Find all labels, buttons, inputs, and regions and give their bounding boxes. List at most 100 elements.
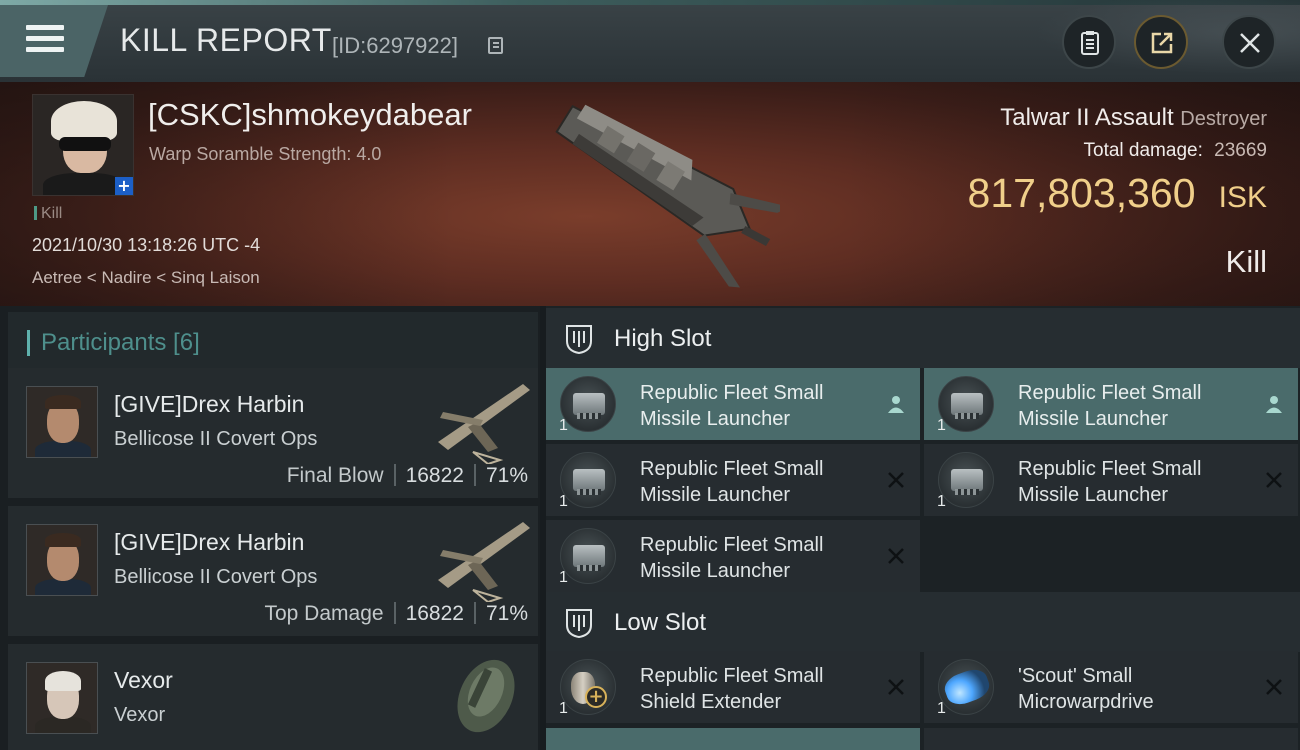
participants-header: Participants [6]	[8, 312, 538, 372]
module-quantity: 1	[559, 700, 568, 717]
missile-launcher-icon	[938, 376, 994, 432]
module-name: Republic Fleet Small Missile Launcher	[640, 458, 824, 506]
destroyed-icon	[888, 548, 904, 564]
clipboard-icon	[1081, 31, 1099, 55]
module-quantity: 1	[937, 417, 946, 434]
module-row[interactable]: 1 Republic Fleet Small Missile Launcher	[546, 520, 920, 592]
participant-role: Final Blow	[286, 464, 384, 487]
module-quantity: 1	[559, 417, 568, 434]
participant-stats: Top Damage 16822 71%	[264, 602, 528, 626]
participant-ship: Vexor	[114, 704, 166, 726]
isk-amount: 817,803,360	[967, 170, 1196, 216]
module-name: Republic Fleet Small Missile Launcher	[1018, 382, 1202, 430]
close-icon	[1240, 33, 1260, 53]
module-name: Republic Fleet Small Shield Extender	[640, 665, 824, 713]
add-contact-icon[interactable]: +	[115, 177, 133, 195]
ship-class: Destroyer	[1180, 108, 1267, 130]
victim-banner: + [CSKC]shmokeydabear Warp Soramble Stre…	[0, 82, 1300, 306]
missile-launcher-icon	[560, 528, 616, 584]
high-slot-header: High Slot	[546, 308, 1300, 368]
participant-percent: 71%	[485, 464, 528, 487]
kill-location[interactable]: Aetree < Nadire < Sinq Laison	[32, 268, 260, 288]
module-quantity: 1	[559, 493, 568, 510]
high-slot-icon	[566, 325, 592, 355]
victim-ship-image[interactable]	[520, 90, 780, 295]
participant-portrait[interactable]	[26, 386, 98, 458]
module-row[interactable]: 1 'Scout' Small Microwarpdrive	[924, 651, 1298, 723]
victim-ship: Talwar II Assault Destroyer	[1000, 104, 1267, 132]
shield-extender-icon: +	[560, 659, 616, 715]
participant-role: Top Damage	[264, 602, 384, 625]
clipboard-button[interactable]	[1062, 15, 1116, 69]
low-slot-header: Low Slot	[546, 592, 1300, 652]
participant-ship-image	[438, 522, 530, 602]
module-row-partial[interactable]	[924, 728, 1298, 750]
participant-damage: 16822	[405, 464, 464, 487]
module-row[interactable]: 1 Republic Fleet Small Missile Launcher	[924, 444, 1298, 516]
low-slot-icon	[566, 609, 592, 639]
participant-portrait[interactable]	[26, 524, 98, 596]
destroyed-icon	[888, 472, 904, 488]
module-row[interactable]: 1 Republic Fleet Small Missile Launcher	[924, 368, 1298, 440]
person-icon	[888, 396, 904, 413]
module-row[interactable]: 1 Republic Fleet Small Missile Launcher	[546, 368, 920, 440]
participant-percent: 71%	[485, 602, 528, 625]
share-button[interactable]	[1134, 15, 1188, 69]
destroyed-icon	[1266, 472, 1282, 488]
module-row-partial[interactable]	[546, 728, 920, 750]
copy-id-icon[interactable]	[488, 37, 503, 54]
participant-ship-image	[438, 384, 530, 464]
total-damage: Total damage: 23669	[1084, 140, 1267, 162]
total-damage-label: Total damage:	[1083, 140, 1203, 161]
low-slot-label: Low Slot	[614, 609, 707, 636]
participant-card[interactable]: Vexor Vexor	[8, 644, 538, 750]
participant-ship: Bellicose II Covert Ops	[114, 566, 318, 588]
hamburger-icon	[26, 25, 64, 30]
victim-name[interactable]: [CSKC]shmokeydabear	[148, 97, 472, 133]
module-quantity: 1	[559, 569, 568, 586]
missile-launcher-icon	[938, 452, 994, 508]
participant-name: [GIVE]Drex Harbin	[114, 529, 305, 555]
report-id: [ID:6297922]	[332, 33, 458, 58]
participant-ship-image	[457, 659, 515, 733]
module-row[interactable]: + 1 Republic Fleet Small Shield Extender	[546, 651, 920, 723]
participant-damage: 16822	[405, 602, 464, 625]
module-name: Republic Fleet Small Missile Launcher	[640, 534, 824, 582]
isk-value: 817,803,360 ISK	[968, 170, 1267, 217]
participant-ship: Bellicose II Covert Ops	[114, 428, 318, 450]
participant-stats: Final Blow 16822 71%	[287, 464, 528, 488]
module-name: Republic Fleet Small Missile Launcher	[1018, 458, 1202, 506]
warp-scramble-strength: Warp Soramble Strength: 4.0	[149, 144, 382, 164]
missile-launcher-icon	[560, 452, 616, 508]
victim-portrait[interactable]: +	[32, 94, 134, 196]
missile-launcher-icon	[560, 376, 616, 432]
participant-card[interactable]: [GIVE]Drex Harbin Bellicose II Covert Op…	[8, 506, 538, 638]
page-title: KILL REPORT	[120, 22, 332, 58]
destroyed-icon	[888, 679, 904, 695]
module-name: 'Scout' Small Microwarpdrive	[1018, 665, 1154, 713]
participant-name: [GIVE]Drex Harbin	[114, 391, 305, 417]
ship-name[interactable]: Talwar II Assault	[1000, 104, 1173, 131]
kill-tag: Kill	[34, 205, 62, 223]
participants-title: Participants [6]	[41, 329, 200, 356]
close-button[interactable]	[1222, 15, 1276, 69]
person-icon	[1266, 396, 1282, 413]
destroyed-icon	[1266, 679, 1282, 695]
participant-portrait[interactable]	[26, 662, 98, 734]
isk-unit: ISK	[1218, 181, 1267, 214]
kill-datetime: 2021/10/30 13:18:26 UTC -4	[32, 235, 261, 255]
kill-report-screen: KILL REPORT [ID:6297922] + [CSKC]shmokey…	[0, 0, 1300, 750]
module-quantity: 1	[937, 700, 946, 717]
participants-panel: Participants [6] [GIVE]Drex Harbin Belli…	[0, 306, 540, 750]
menu-button[interactable]	[0, 5, 108, 77]
participant-name: Vexor	[114, 667, 173, 693]
header-bar: KILL REPORT [ID:6297922]	[0, 0, 1300, 82]
module-quantity: 1	[937, 493, 946, 510]
share-icon	[1151, 32, 1173, 54]
result-label: Kill	[1225, 244, 1267, 279]
participant-card[interactable]: [GIVE]Drex Harbin Bellicose II Covert Op…	[8, 368, 538, 500]
total-damage-value: 23669	[1214, 140, 1267, 161]
module-row[interactable]: 1 Republic Fleet Small Missile Launcher	[546, 444, 920, 516]
high-slot-label: High Slot	[614, 325, 712, 352]
fitting-panel: High Slot 1 Republic Fleet Small Missile …	[546, 306, 1300, 750]
